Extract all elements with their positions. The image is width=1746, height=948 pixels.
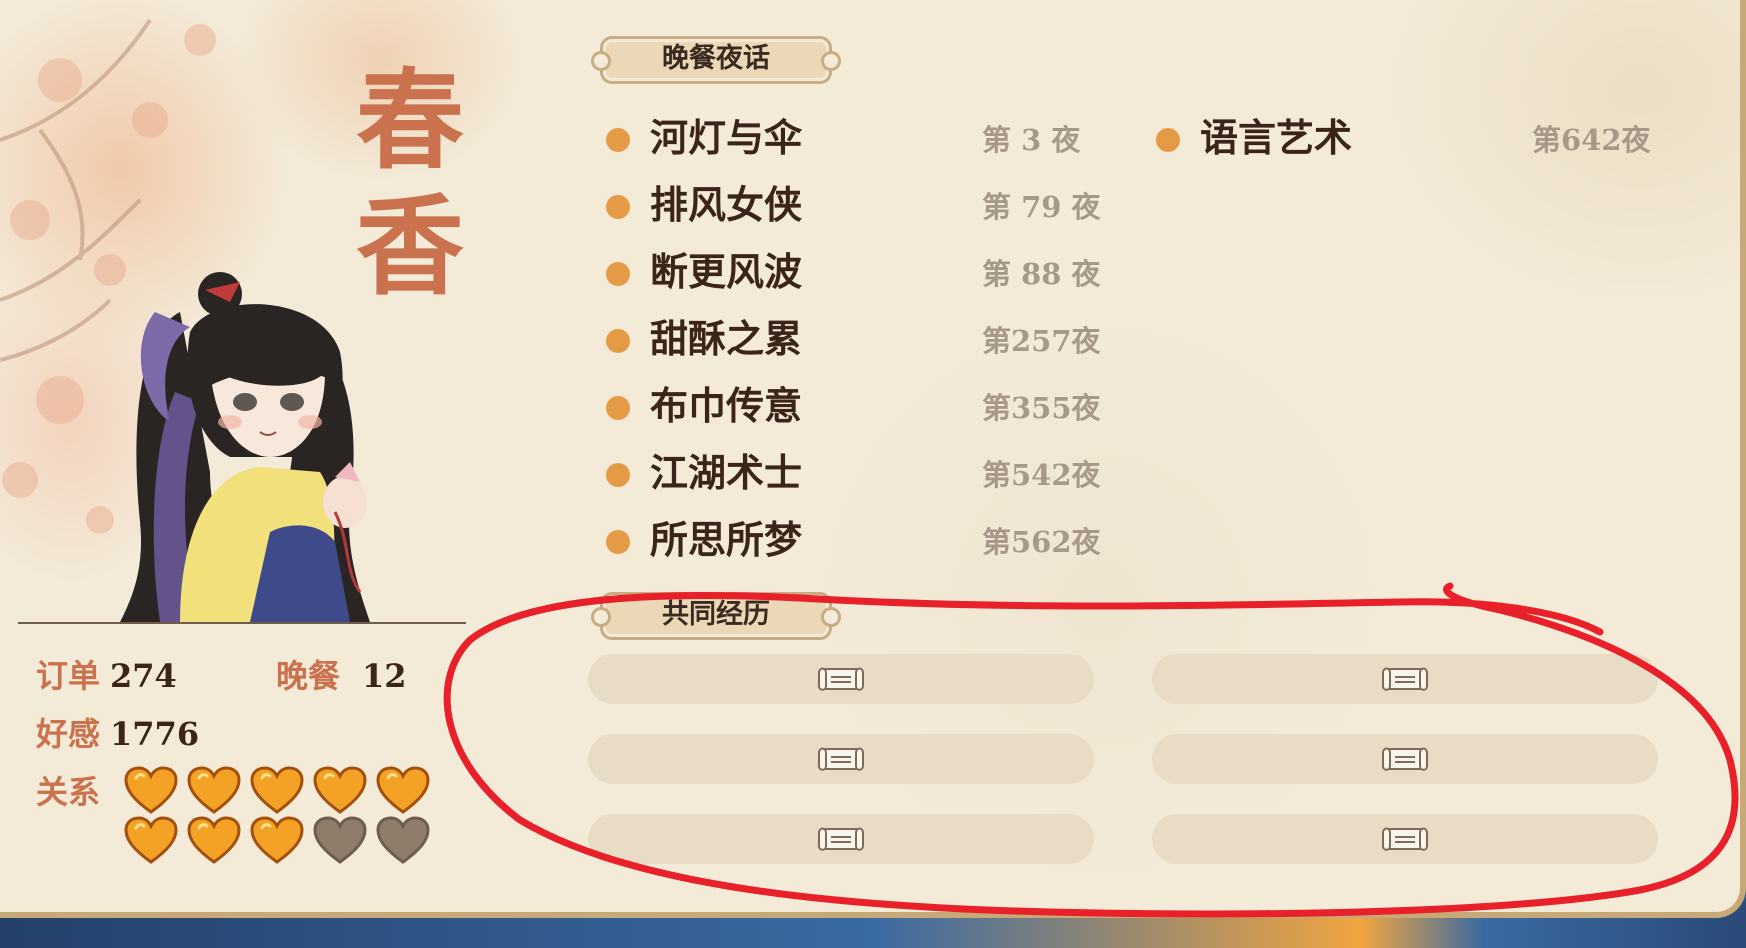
portrait-divider (18, 622, 466, 624)
scroll-icon (1382, 747, 1428, 771)
heart-full-icon (250, 816, 304, 866)
section-dinner-talks-tag: 晚餐夜话 (591, 36, 841, 84)
dinner-event-night: 第562夜 (982, 525, 1101, 559)
dinner-event-title: 甜酥之累 (650, 316, 803, 361)
dinners-stat: 晚餐 12 (276, 657, 407, 695)
dinner-event-title: 河灯与伞 (650, 115, 803, 160)
character-profile-card: 春 香 晚餐夜话 河灯与伞 第 3 夜排风女侠 第 79 夜断更风波 第 88 夜甜酥… (0, 0, 1746, 918)
relationship-label: 关系 (36, 773, 101, 811)
game-screen: 春 香 晚餐夜话 河灯与伞 第 3 夜排风女侠 第 79 夜断更风波 第 88 夜甜酥… (0, 0, 1746, 948)
dinner-event-title: 所思所梦 (650, 517, 803, 562)
character-name: 春 香 (355, 58, 464, 310)
heart-empty-icon (376, 816, 430, 866)
shared-experience-slot[interactable] (588, 734, 1094, 784)
dinner-event-title: 江湖术士 (650, 450, 803, 495)
bullet-dot (1156, 128, 1180, 152)
heart-full-icon (187, 816, 241, 866)
shared-experience-slot[interactable] (1152, 734, 1658, 784)
heart-full-icon (124, 816, 178, 866)
dinner-event-night: 第 88 夜 (982, 257, 1101, 291)
section-shared-experience-tag: 共同经历 (591, 592, 841, 640)
scroll-icon (818, 667, 864, 691)
scroll-icon (818, 827, 864, 851)
dinner-event-title: 断更风波 (650, 249, 803, 294)
dinner-event-night: 第 3 夜 (982, 123, 1081, 157)
heart-full-icon (187, 766, 241, 816)
dinner-event-night: 第355夜 (982, 391, 1101, 425)
bullet-dot (606, 396, 630, 420)
shared-experience-slot[interactable] (588, 814, 1094, 864)
bullet-dot (606, 262, 630, 286)
heart-full-icon (376, 766, 430, 816)
bullet-dot (606, 463, 630, 487)
scroll-icon (1382, 667, 1428, 691)
heart-full-icon (313, 766, 367, 816)
dinner-event-night: 第 79 夜 (982, 190, 1101, 224)
heart-full-icon (124, 766, 178, 816)
heart-full-icon (250, 766, 304, 816)
dinner-event-title: 排风女侠 (650, 182, 803, 227)
bullet-dot (606, 530, 630, 554)
orders-stat: 订单 274 (36, 657, 177, 695)
bullet-dot (606, 329, 630, 353)
dinner-event-night: 第257夜 (982, 324, 1101, 358)
heart-empty-icon (313, 816, 367, 866)
scroll-icon (818, 747, 864, 771)
scroll-icon (1382, 827, 1428, 851)
dinner-event-title: 布巾传意 (650, 383, 803, 428)
bullet-dot (606, 128, 630, 152)
dinner-event-title: 语言艺术 (1200, 115, 1353, 160)
affection-stat: 好感 1776 (36, 715, 200, 753)
character-portrait (120, 272, 370, 622)
shared-experience-slot[interactable] (588, 654, 1094, 704)
shared-experience-slot[interactable] (1152, 814, 1658, 864)
dinner-event-night: 第542夜 (982, 458, 1101, 492)
bullet-dot (606, 195, 630, 219)
dinner-event-night: 第642夜 (1532, 123, 1651, 157)
shared-experience-slot[interactable] (1152, 654, 1658, 704)
